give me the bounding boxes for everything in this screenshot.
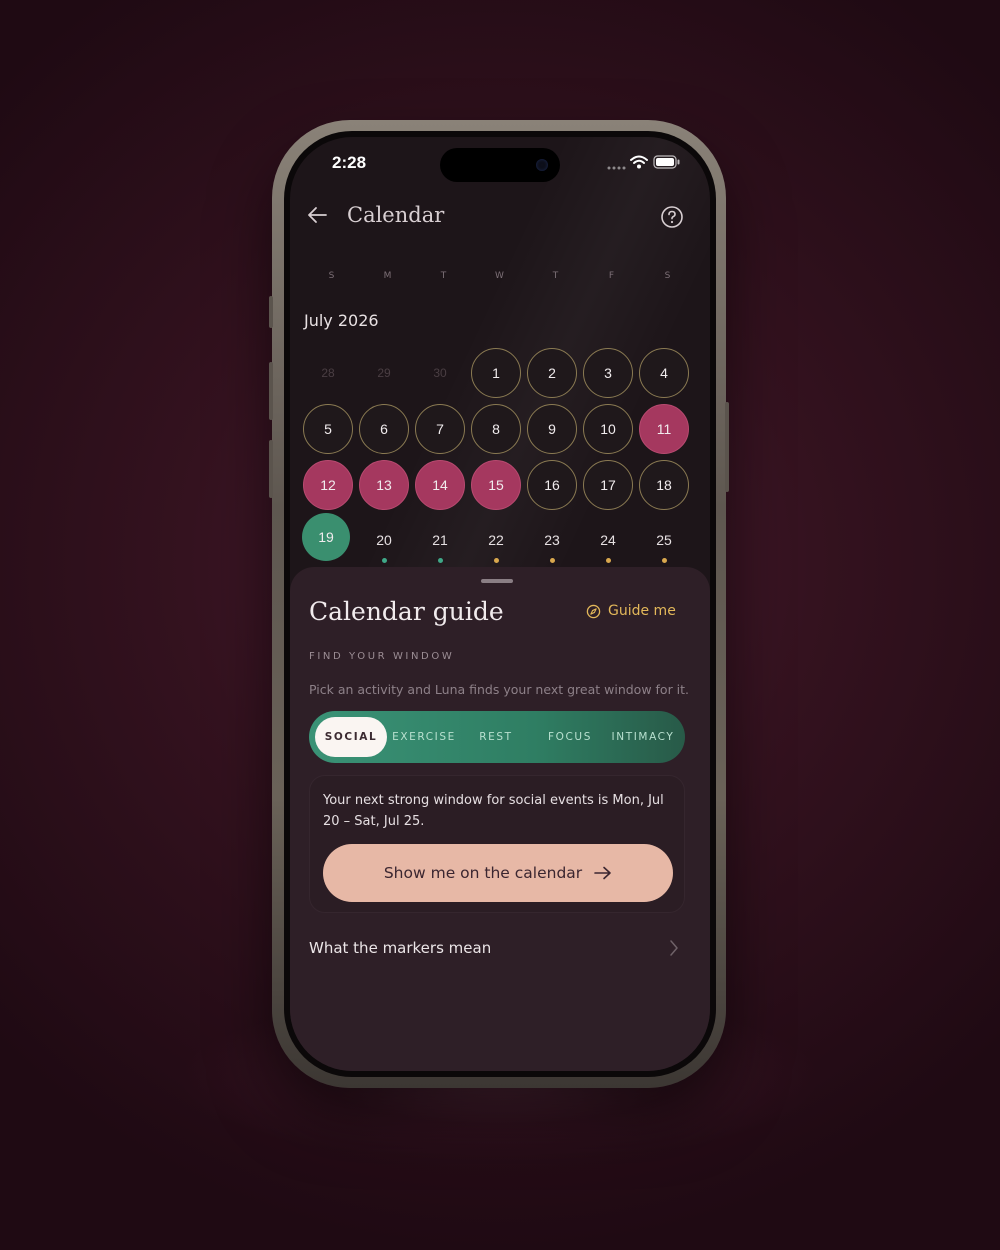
activity-segmented-control: SOCIAL EXERCISE REST FOCUS INTIMACY xyxy=(309,711,685,763)
window-result-text: Your next strong window for social event… xyxy=(323,793,664,829)
calendar-day[interactable]: 11 xyxy=(639,404,689,454)
marker-dot-green xyxy=(382,558,387,563)
tab-intimacy[interactable]: INTIMACY xyxy=(607,711,679,763)
battery-icon xyxy=(653,155,680,169)
cell-signal-icon xyxy=(607,166,626,170)
markers-meaning-label: What the markers mean xyxy=(309,939,492,957)
weekday-label: F xyxy=(608,271,616,281)
arrow-left-icon[interactable] xyxy=(306,205,328,225)
calendar-day[interactable]: 1 xyxy=(471,348,521,398)
find-window-description: Pick an activity and Luna finds your nex… xyxy=(309,682,690,697)
phone-screen: 2:28 Calendar SMTWTFS July 2026 28 29 30 1 2… xyxy=(290,137,710,1071)
weekday-label: S xyxy=(328,271,336,281)
marker-dot-gold xyxy=(606,558,611,563)
compass-icon xyxy=(586,604,601,618)
calendar-day[interactable]: 17 xyxy=(583,460,633,510)
dynamic-island xyxy=(440,148,560,182)
tab-exercise[interactable]: EXERCISE xyxy=(389,711,459,763)
arrow-right-icon xyxy=(594,866,611,880)
front-camera xyxy=(536,159,548,171)
calendar-day[interactable]: 19 xyxy=(302,513,350,561)
calendar-day[interactable]: 8 xyxy=(471,404,521,454)
weekday-label: T xyxy=(552,271,560,281)
volume-down-button xyxy=(269,440,273,498)
calendar-day[interactable]: 18 xyxy=(639,460,689,510)
calendar-day[interactable]: 9 xyxy=(527,404,577,454)
status-time: 2:28 xyxy=(332,153,367,172)
calendar-day[interactable]: 15 xyxy=(471,460,521,510)
action-button xyxy=(269,296,273,328)
calendar-day: 30 xyxy=(433,366,447,380)
show-on-calendar-button[interactable]: Show me on the calendar xyxy=(323,844,673,902)
calendar-day[interactable]: 12 xyxy=(303,460,353,510)
weekday-label: M xyxy=(383,271,393,281)
weekday-label: S xyxy=(664,271,672,281)
marker-dot-gold xyxy=(550,558,555,563)
calendar-day[interactable]: 2 xyxy=(527,348,577,398)
window-result-card: Your next strong window for social event… xyxy=(309,775,685,913)
guide-me-button[interactable]: Guide me xyxy=(586,603,676,619)
calendar-day[interactable]: 4 xyxy=(639,348,689,398)
calendar-day[interactable]: 13 xyxy=(359,460,409,510)
guide-me-label: Guide me xyxy=(608,603,676,619)
month-title: July 2026 xyxy=(304,311,379,330)
calendar-day: 28 xyxy=(321,366,335,380)
sheet-title: Calendar guide xyxy=(309,597,504,626)
power-button xyxy=(725,402,729,492)
help-circle-icon[interactable] xyxy=(660,205,684,229)
calendar-day[interactable]: 10 xyxy=(583,404,633,454)
markers-meaning-row[interactable]: What the markers mean xyxy=(309,937,685,965)
calendar-day: 29 xyxy=(377,366,391,380)
marker-dot-gold xyxy=(494,558,499,563)
tab-rest[interactable]: REST xyxy=(461,711,531,763)
marker-dot-gold xyxy=(662,558,667,563)
calendar-guide-sheet: Calendar guide Guide me FIND YOUR WINDOW… xyxy=(290,567,710,1071)
wifi-icon xyxy=(630,155,648,169)
weekday-label: T xyxy=(440,271,448,281)
weekday-label: W xyxy=(495,271,505,281)
calendar-day[interactable]: 6 xyxy=(359,404,409,454)
chevron-right-icon xyxy=(670,940,678,956)
find-window-overline: FIND YOUR WINDOW xyxy=(309,651,455,662)
tab-focus[interactable]: FOCUS xyxy=(535,711,605,763)
calendar-day[interactable]: 5 xyxy=(303,404,353,454)
nav-title: Calendar xyxy=(347,203,445,227)
volume-up-button xyxy=(269,362,273,420)
show-on-calendar-label: Show me on the calendar xyxy=(383,864,583,882)
sheet-grabber[interactable] xyxy=(481,579,513,583)
calendar-day[interactable]: 16 xyxy=(527,460,577,510)
calendar-day[interactable]: 7 xyxy=(415,404,465,454)
tab-social[interactable]: SOCIAL xyxy=(315,717,387,757)
calendar-day[interactable]: 3 xyxy=(583,348,633,398)
marker-dot-green xyxy=(438,558,443,563)
calendar-day[interactable]: 14 xyxy=(415,460,465,510)
